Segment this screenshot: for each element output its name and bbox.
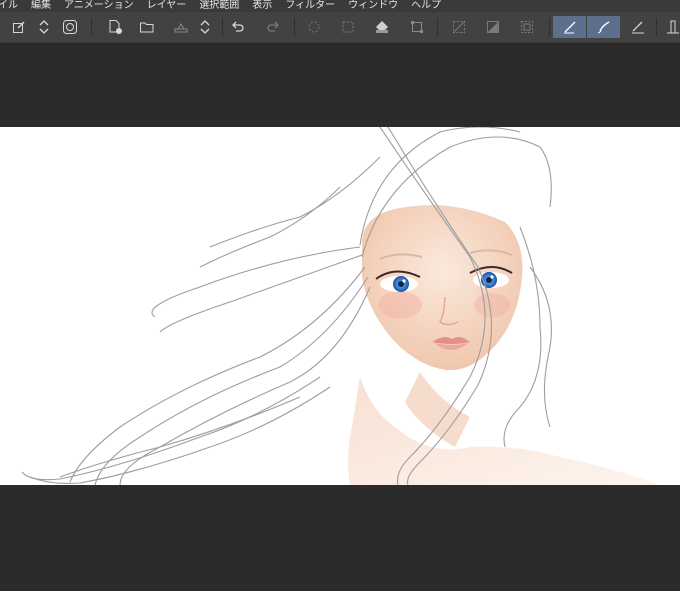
loading-icon [308,21,320,33]
fill-icon [376,21,388,33]
crop-icon [521,21,533,33]
toolbar-divider [222,18,223,36]
menu-layer[interactable]: レイヤー [147,0,187,12]
menu-help[interactable]: ヘルプ [411,0,441,12]
menu-window[interactable]: ウィンドウ [348,0,398,12]
toolbar-divider [437,18,438,36]
chevron-updown-icon [39,20,49,34]
selection-icon [342,21,354,33]
command-bar [0,12,680,43]
crop-button[interactable] [516,16,538,38]
left-eye-highlight [402,279,406,283]
menu-animation[interactable]: アニメーション [64,0,134,12]
menu-bar: イル 編集 アニメーション レイヤー 選択範囲 表示 フィルター ウィンドウ ヘ… [0,0,680,12]
right-eye-highlight [490,275,494,279]
chevron-updown-icon [200,20,210,34]
selection-button[interactable] [337,16,359,38]
transform-icon [411,21,423,33]
undo-icon [232,21,244,32]
brush-icon [597,21,609,34]
clear-button[interactable] [303,16,325,38]
menu-file[interactable]: イル [0,0,18,12]
ruler-icon [667,20,679,34]
edit-page-icon [13,21,25,33]
menu-view[interactable]: 表示 [252,0,272,12]
neck-shoulder-shape [347,377,660,485]
layer-button[interactable] [482,16,504,38]
clip-studio-button[interactable] [59,16,81,38]
save-icon [174,23,188,33]
stepper-button[interactable] [33,16,55,38]
edit-page-button[interactable] [8,16,30,38]
ruler-pen-icon [632,21,644,34]
open-file-button[interactable] [136,16,158,38]
illustration-artwork [21,127,660,485]
menu-filter[interactable]: フィルター [285,0,335,12]
hide-selection-icon [452,20,466,34]
undo-button[interactable] [227,16,249,38]
menu-selection[interactable]: 選択範囲 [199,0,239,12]
new-file-icon [109,20,122,34]
ruler-button[interactable] [662,16,680,38]
open-folder-icon [140,22,154,33]
save-button[interactable] [170,16,192,38]
toolbar-divider [294,18,295,36]
new-file-button[interactable] [104,16,126,38]
right-cheek-blush [474,293,510,317]
layer-icon [487,21,499,33]
clip-studio-icon [63,20,77,34]
toolbar-divider [656,18,657,36]
drawing-canvas[interactable] [0,127,680,485]
toolbar-divider [549,18,550,36]
pen-tool-button[interactable] [553,16,586,38]
redo-icon [267,21,279,32]
menu-edit[interactable]: 編集 [31,0,51,12]
neck-shadow [405,372,470,447]
left-cheek-blush [378,291,422,319]
stepper-button[interactable] [194,16,216,38]
fill-button[interactable] [371,16,393,38]
hide-selection-button[interactable] [448,16,470,38]
transform-button[interactable] [406,16,428,38]
toolbar-divider [91,18,92,36]
pen-icon [563,21,575,34]
ruler-pen-button[interactable] [627,16,649,38]
redo-button[interactable] [262,16,284,38]
brush-tool-button[interactable] [587,16,620,38]
